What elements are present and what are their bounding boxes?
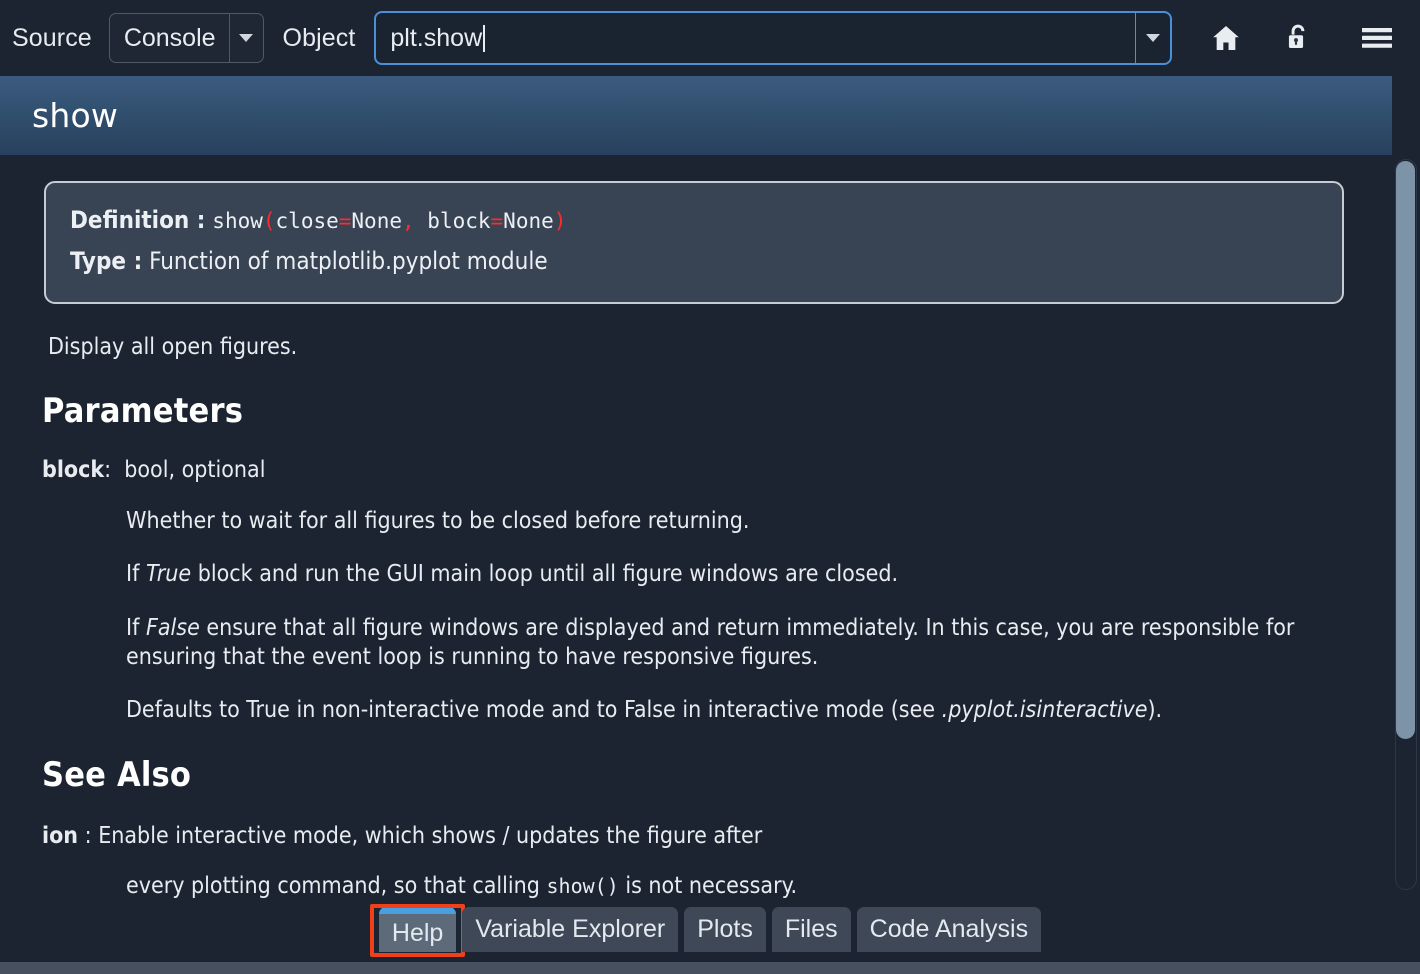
see-also-continuation: every plotting command, so that calling … — [126, 873, 1392, 898]
pane-tab-bar: Help Variable Explorer Plots Files Code … — [0, 898, 1420, 962]
see-also-description: Enable interactive mode, which shows / u… — [98, 823, 762, 849]
signature-name: show — [212, 209, 263, 233]
signature-value-1: None — [351, 209, 402, 233]
desc2-pre: If — [126, 561, 146, 587]
desc4-pre: Defaults to True in non-interactive mode… — [126, 697, 942, 723]
tab-help-label: Help — [392, 919, 443, 948]
status-strip — [0, 962, 1420, 974]
source-combobox-chevron-down-icon[interactable] — [229, 14, 263, 62]
parameter-type: bool, optional — [124, 457, 265, 483]
parameter-signature: block: bool, optional — [42, 457, 1392, 483]
signature-arg-1: close — [276, 209, 339, 233]
signature-comma: , — [402, 209, 415, 233]
page-title-bar: show — [0, 76, 1392, 155]
object-input[interactable]: plt.show — [376, 13, 1135, 63]
parameter-description-3: If False ensure that all figure windows … — [126, 614, 1332, 673]
definition-box: Definition : show(close=None, block=None… — [44, 181, 1344, 304]
tab-variable-explorer[interactable]: Variable Explorer — [462, 907, 678, 952]
see-also-sub-post: is not necessary. — [619, 873, 797, 898]
tab-plots-label: Plots — [697, 915, 753, 944]
desc2-post: block and run the GUI main loop until al… — [191, 561, 898, 587]
tab-help[interactable]: Help — [379, 907, 456, 952]
definition-line: Definition : show(close=None, block=None… — [70, 200, 1320, 241]
help-document: Definition : show(close=None, block=None… — [0, 155, 1392, 898]
source-combobox-value: Console — [110, 14, 229, 62]
object-search-combobox[interactable]: plt.show — [374, 11, 1172, 65]
text-cursor — [483, 25, 485, 52]
help-toolbar: Source Console Object plt.show — [0, 0, 1420, 76]
parameters-heading: Parameters — [42, 391, 1392, 431]
desc4-emphasis: .pyplot.isinteractive — [942, 697, 1148, 723]
desc3-post: ensure that all figure windows are displ… — [126, 615, 1294, 670]
home-button[interactable] — [1190, 22, 1262, 54]
parameter-name: block — [42, 457, 104, 483]
parameter-colon: : — [104, 457, 111, 483]
tab-plots[interactable]: Plots — [684, 907, 766, 952]
hamburger-menu-icon — [1360, 25, 1394, 51]
unlock-icon — [1282, 22, 1314, 54]
signature-arg-2: block — [427, 209, 490, 233]
scrollbar-thumb[interactable] — [1396, 161, 1415, 739]
definition-signature: show(close=None, block=None) — [212, 209, 566, 233]
page-title: show — [32, 96, 118, 135]
parameter-description-1: Whether to wait for all figures to be cl… — [126, 507, 1332, 536]
tab-files[interactable]: Files — [772, 907, 851, 952]
see-also-sub-pre: every plotting command, so that calling — [126, 873, 547, 898]
desc3-emphasis: False — [146, 615, 200, 641]
tab-code-analysis-label: Code Analysis — [870, 915, 1028, 944]
desc4-post: ). — [1147, 697, 1162, 723]
object-input-value: plt.show — [390, 24, 482, 53]
object-combobox-chevron-down-icon[interactable] — [1135, 13, 1170, 63]
vertical-scrollbar[interactable] — [1392, 155, 1420, 898]
signature-equals-1: = — [339, 209, 352, 233]
see-also-name: ion — [42, 823, 78, 849]
definition-label: Definition : — [70, 206, 205, 234]
see-also-heading: See Also — [42, 755, 1392, 795]
home-icon — [1210, 22, 1242, 54]
summary-text: Display all open figures. — [48, 333, 1392, 362]
desc3-pre: If — [126, 615, 146, 641]
signature-value-2: None — [503, 209, 554, 233]
help-pane: Source Console Object plt.show — [0, 0, 1420, 974]
type-line: Type : Function of matplotlib.pyplot mod… — [70, 241, 1320, 282]
parameter-description-2: If True block and run the GUI main loop … — [126, 560, 1332, 589]
type-value: Function of matplotlib.pyplot module — [149, 247, 548, 275]
source-combobox[interactable]: Console — [109, 13, 264, 63]
options-menu-button[interactable] — [1334, 25, 1420, 51]
see-also-entry: ion : Enable interactive mode, which sho… — [42, 823, 1392, 849]
desc2-emphasis: True — [146, 561, 191, 587]
source-label: Source — [12, 24, 92, 53]
tab-files-label: Files — [785, 915, 838, 944]
lock-button[interactable] — [1262, 22, 1334, 54]
content-area: Definition : show(close=None, block=None… — [0, 155, 1420, 898]
signature-open-paren: ( — [263, 209, 276, 233]
see-also-sub-code: show() — [547, 874, 619, 898]
object-label: Object — [283, 24, 356, 53]
tab-code-analysis[interactable]: Code Analysis — [857, 907, 1041, 952]
signature-close-paren: ) — [554, 209, 567, 233]
signature-equals-2: = — [491, 209, 504, 233]
see-also-colon: : — [85, 823, 92, 849]
parameter-description-4: Defaults to True in non-interactive mode… — [126, 696, 1332, 725]
type-label: Type : — [70, 247, 142, 275]
tab-variable-explorer-label: Variable Explorer — [475, 915, 665, 944]
